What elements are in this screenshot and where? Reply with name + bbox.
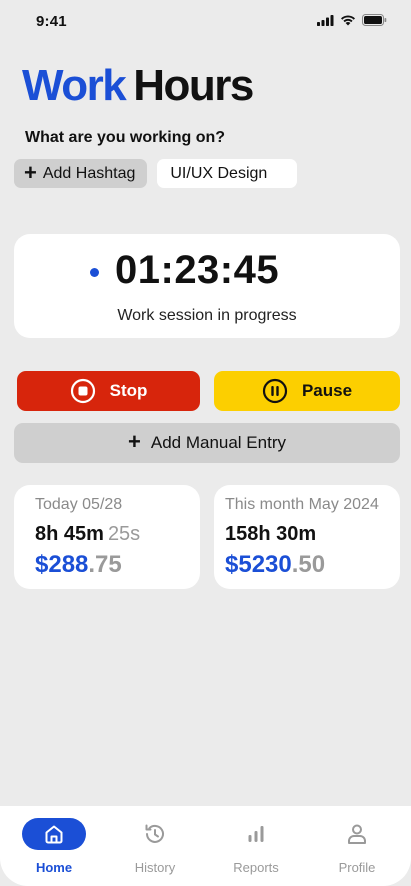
today-stats-card: Today 05/28 8h 45m 25s $288.75 [14,485,200,589]
timer-value: 01:23:45 [115,248,280,292]
profile-icon [348,824,366,844]
nav-reports-pill [224,818,288,850]
month-hours-value: 158h 30m [225,523,317,545]
signal-icon [317,14,334,26]
timer-card: 01:23:45 Work session in progress [14,234,400,338]
history-icon [145,824,164,843]
add-hashtag-label: Add Hashtag [42,164,136,182]
home-icon [45,825,63,844]
stop-icon [70,378,95,404]
pause-icon [262,378,288,404]
add-manual-entry-button[interactable]: + Add Manual Entry [14,423,400,463]
month-earnings: $5230.50 [225,551,325,579]
bar-chart-icon [248,826,264,842]
nav-label-reports: Reports [233,860,279,875]
app-title-hours: Hours [133,61,254,110]
plus-icon: + [128,429,141,454]
month-earnings-major: $5230 [225,551,292,578]
task-prompt: What are you working on? [25,129,226,146]
month-hours: 158h 30m [225,523,316,546]
bottom-nav: Home History Reports Profile [0,806,411,886]
nav-history-pill [123,818,187,850]
today-seconds: 25s [107,523,141,545]
status-bar: 9:41 [0,0,411,44]
today-earnings-minor: .75 [88,551,122,578]
today-earnings-major: $288 [35,551,89,578]
battery-icon [362,14,387,26]
hashtag-row: + Add Hashtag UI/UX Design [14,159,298,188]
nav-item-history[interactable]: History [110,818,200,875]
month-stats-card: This month May 2024 158h 30m $5230.50 [214,485,400,589]
pause-label: Pause [301,381,353,400]
app-title: Work Hours [22,60,254,112]
status-icons [317,14,387,26]
today-label: Today 05/28 [35,496,123,513]
hashtag-chip-label: UI/UX Design [170,164,268,182]
nav-profile-pill [325,818,389,850]
app-screen: 9:41 WorkHours What are you working on? [0,0,411,886]
nav-item-reports[interactable]: Reports [211,818,301,875]
add-manual-entry-label: Add Manual Entry [150,433,286,452]
month-earnings-minor: .50 [291,551,326,578]
nav-label-home: Home [35,860,73,875]
today-hours-value: 8h 45m [35,523,104,545]
add-hashtag-button[interactable]: + Add Hashtag [14,159,148,188]
timer-status: Work session in progress [117,307,297,324]
nav-home-pill [22,818,86,850]
wifi-icon [341,15,355,25]
stop-button[interactable]: Stop [17,371,200,411]
nav-item-home[interactable]: Home [9,818,99,875]
stop-label: Stop [109,381,148,400]
pause-button[interactable]: Pause [214,371,400,411]
nav-label-profile: Profile [338,860,376,875]
status-time: 9:41 [36,13,67,30]
nav-item-profile[interactable]: Profile [312,818,402,875]
month-label: This month May 2024 [225,496,379,513]
today-earnings: $288.75 [35,551,122,579]
today-hours: 8h 45m 25s [35,523,140,546]
hashtag-chip[interactable]: UI/UX Design [157,159,298,188]
app-title-work: Work [22,61,127,110]
plus-icon: + [24,159,37,185]
recording-dot-icon [90,268,99,277]
nav-label-history: History [134,860,176,875]
